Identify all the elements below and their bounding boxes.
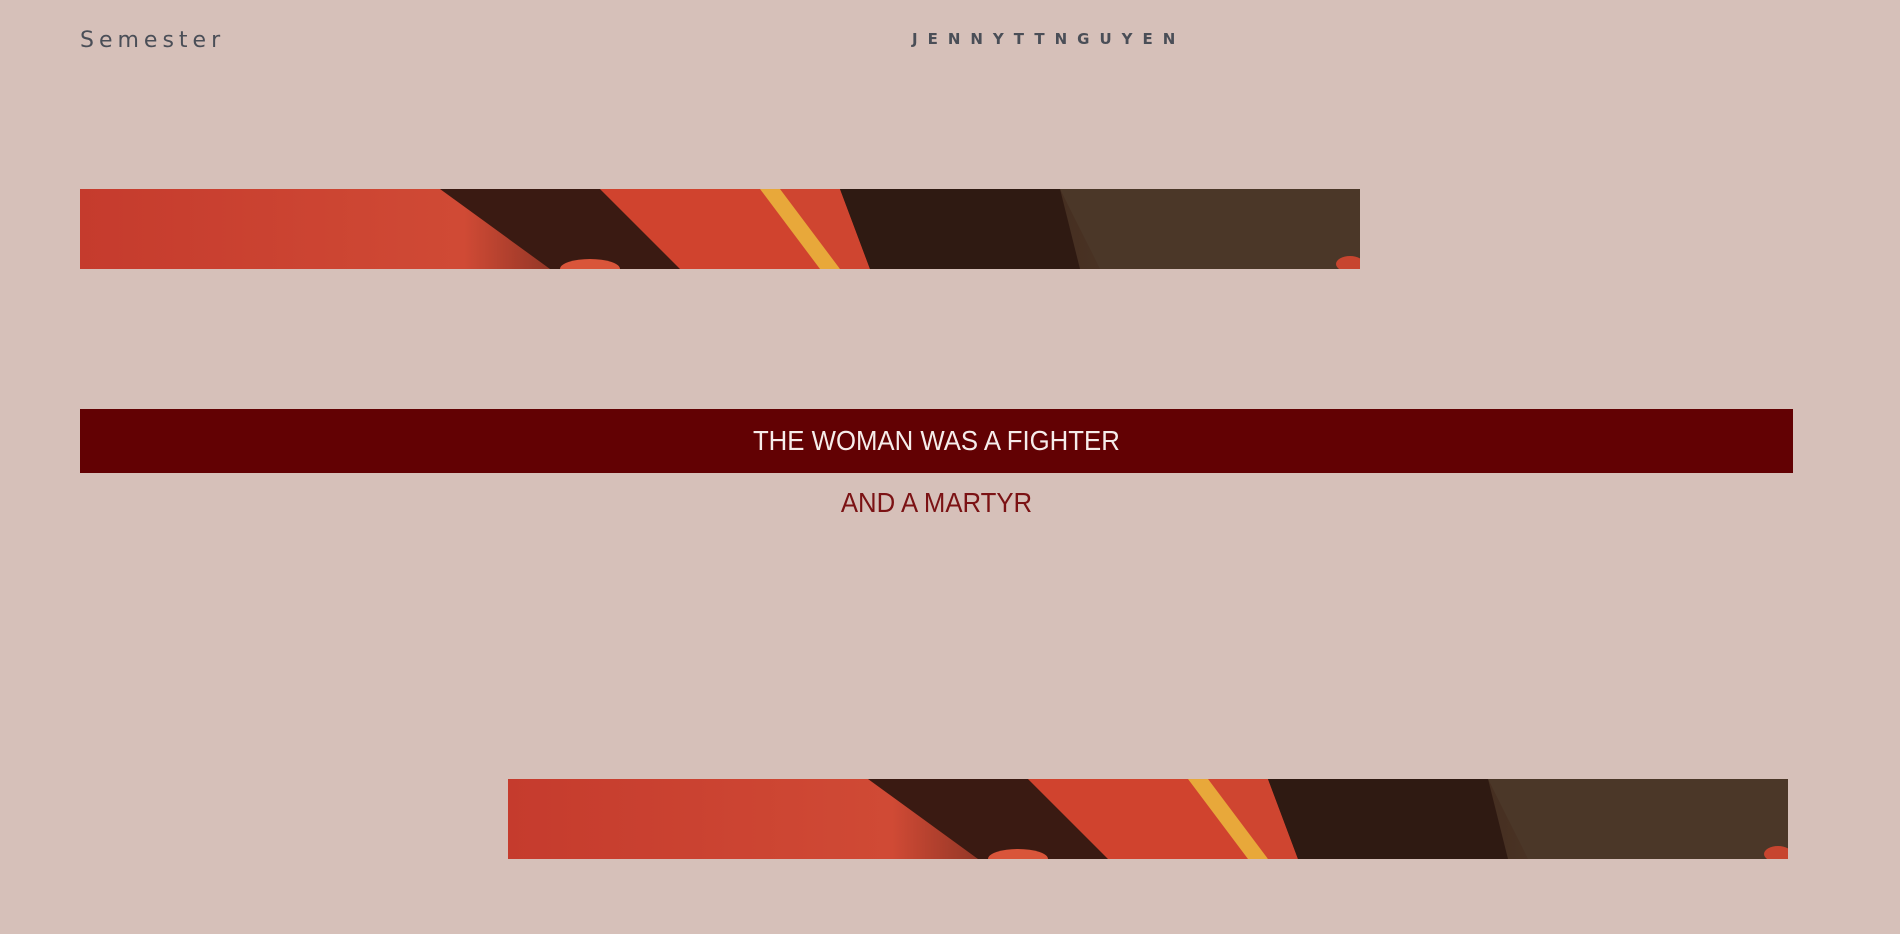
hero-title-bar: THE WOMAN WAS A FIGHTER	[80, 409, 1793, 473]
hero-image-strip-bottom	[508, 779, 1788, 859]
hero-subtitle: AND A MARTYR	[840, 487, 1033, 518]
hero-image-strip-top	[80, 189, 1360, 269]
site-brand[interactable]: JENNYTTNGUYEN	[912, 30, 1185, 48]
hero-title: THE WOMAN WAS A FIGHTER	[753, 425, 1120, 456]
semester-link[interactable]: Semester	[80, 28, 225, 53]
